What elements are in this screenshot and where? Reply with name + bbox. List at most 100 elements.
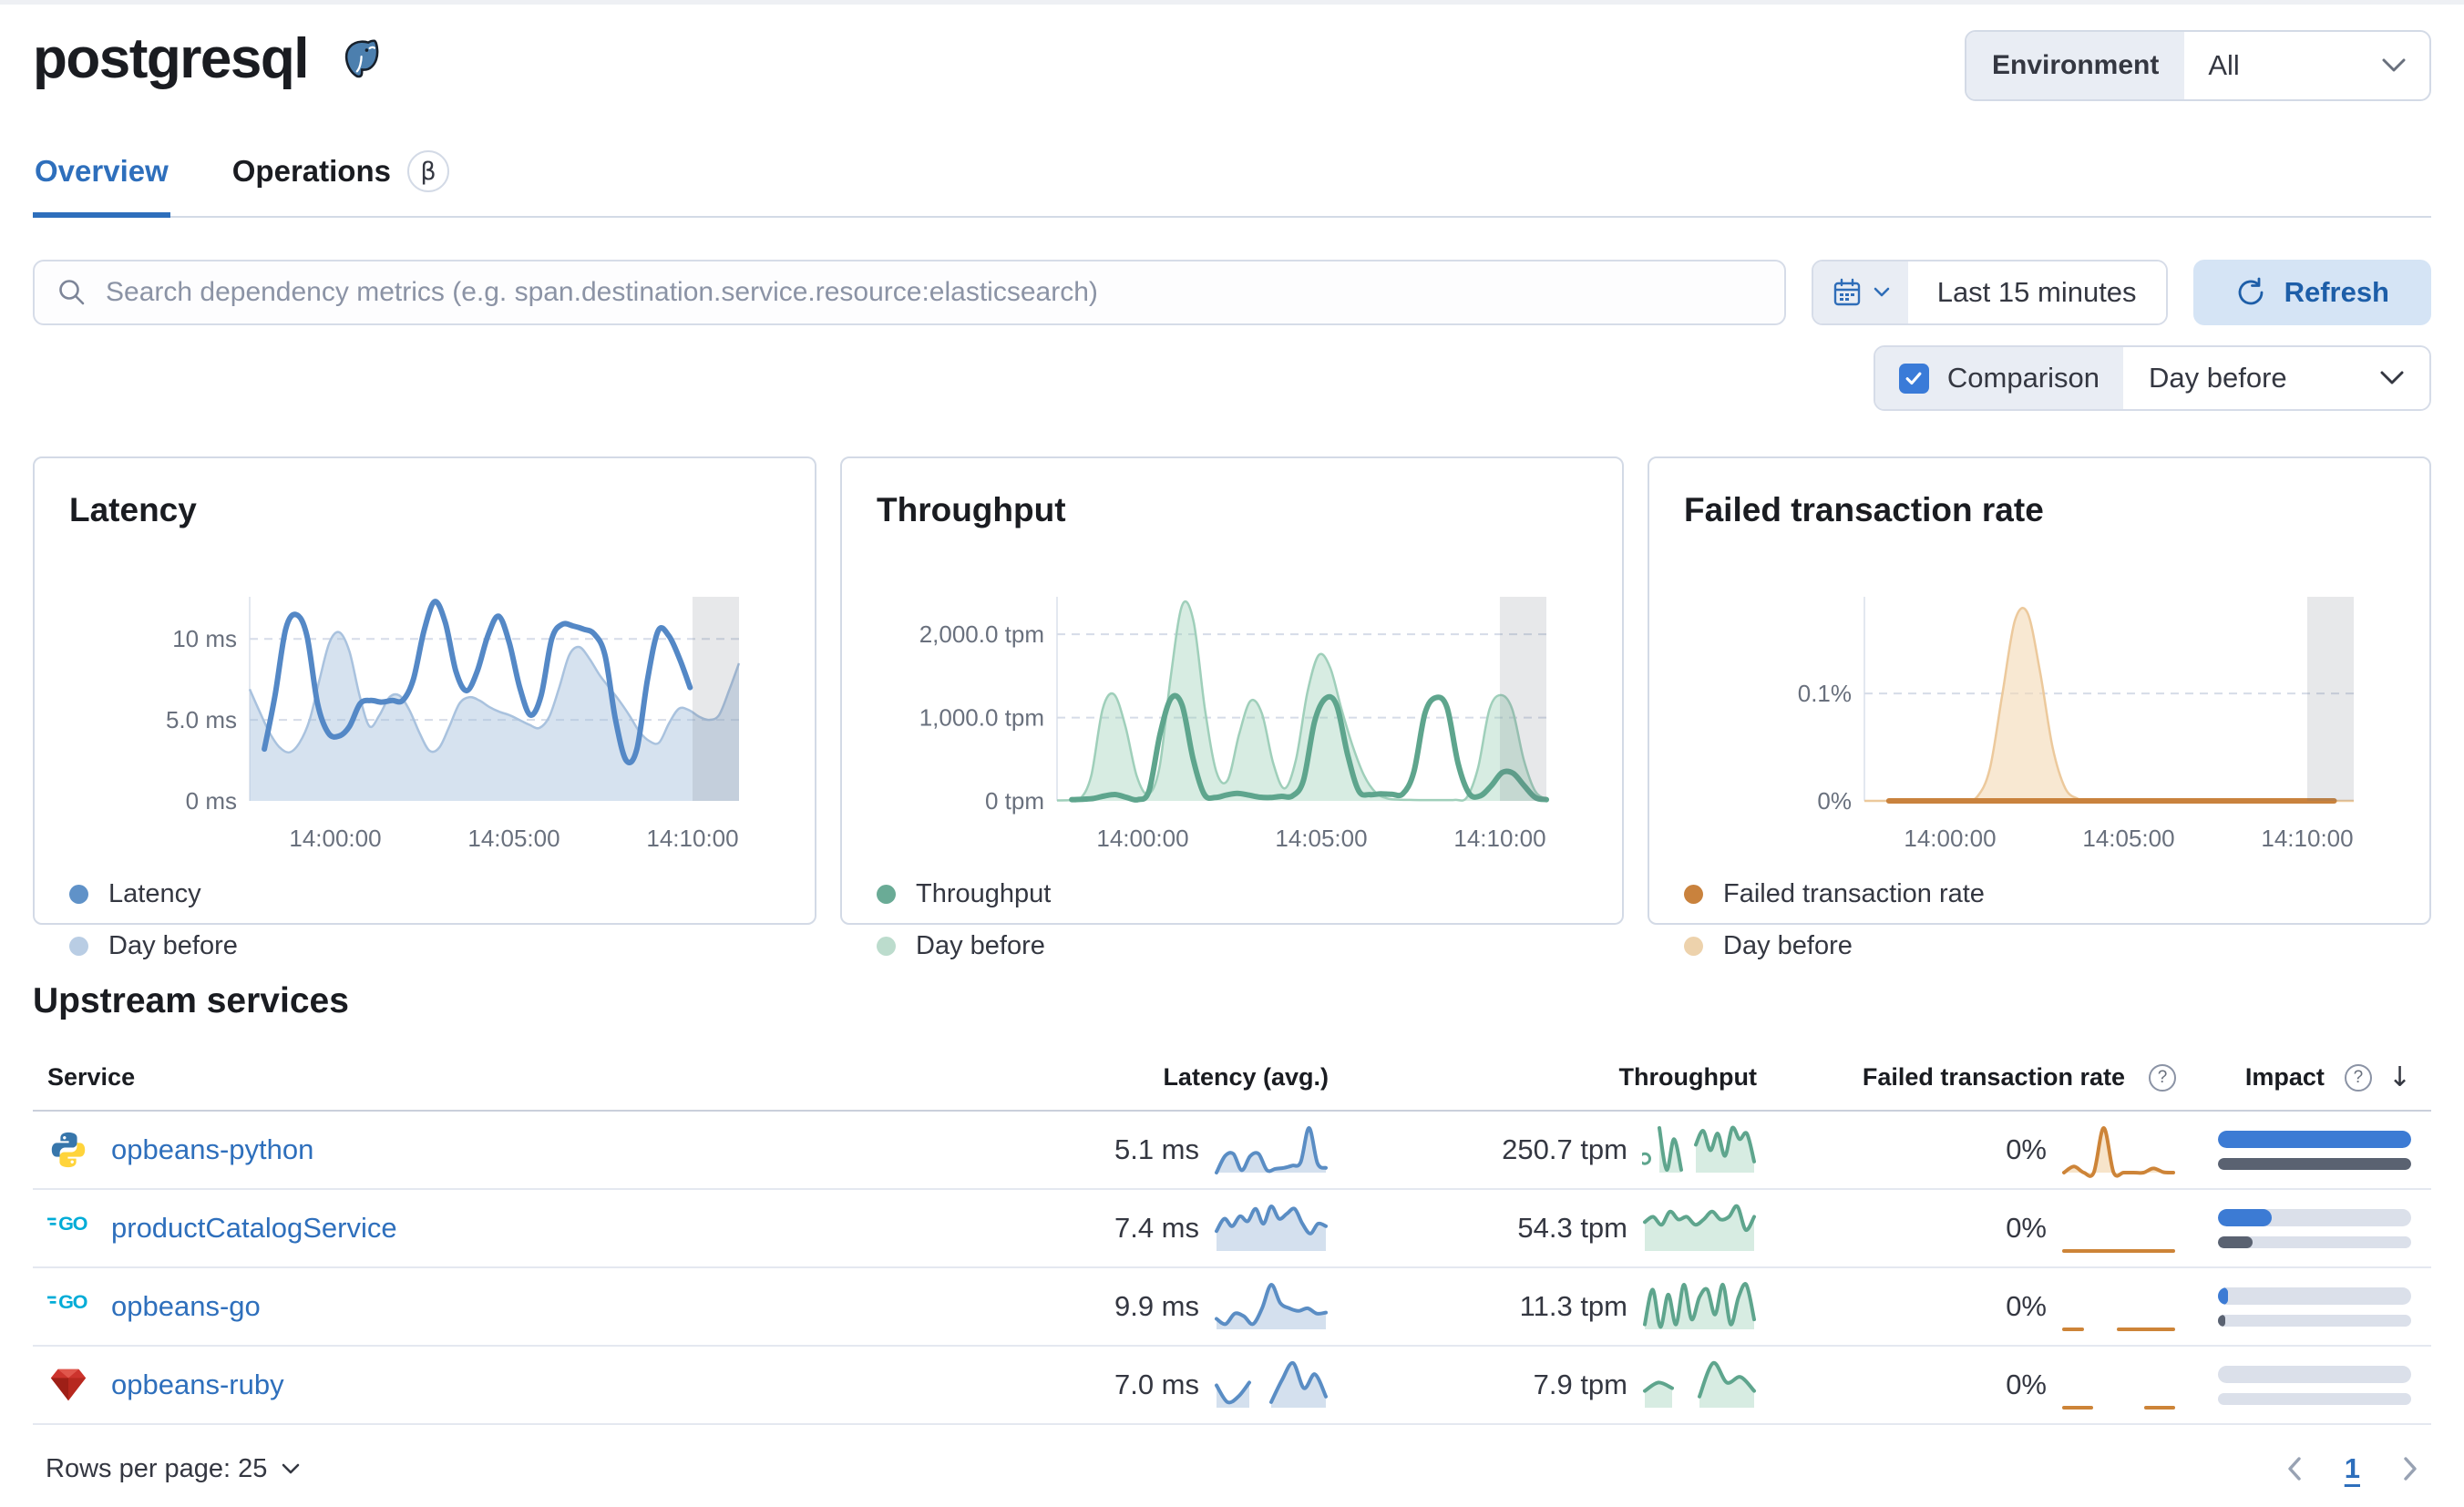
- tab-overview[interactable]: Overview: [33, 136, 170, 218]
- column-failed-rate[interactable]: Failed transaction rate?: [1757, 1049, 2176, 1108]
- latency-sparkline: [1215, 1205, 1328, 1251]
- throughput-value: 11.3 tpm: [1519, 1290, 1627, 1322]
- legend-item[interactable]: Failed transaction rate: [1684, 879, 2395, 909]
- tab-operations[interactable]: Operations β: [231, 136, 451, 218]
- upstream-services-section: Upstream services Service Latency (avg.)…: [33, 981, 2431, 1507]
- previous-page-button[interactable]: [2286, 1456, 2303, 1481]
- throughput-sparkline: [1643, 1204, 1756, 1251]
- column-latency[interactable]: Latency (avg.): [937, 1049, 1329, 1108]
- service-link[interactable]: opbeans-go: [111, 1290, 261, 1323]
- svg-text:14:05:00: 14:05:00: [1275, 825, 1367, 852]
- refresh-button[interactable]: Refresh: [2192, 260, 2431, 325]
- help-icon[interactable]: ?: [2344, 1063, 2372, 1092]
- impact-bars: [2218, 1287, 2411, 1327]
- legend-item[interactable]: Day before: [877, 931, 1587, 961]
- throughput-value: 7.9 tpm: [1533, 1369, 1627, 1400]
- comparison-label: Comparison: [1946, 362, 2100, 394]
- calendar-menu[interactable]: [1812, 261, 1908, 323]
- environment-value: All: [2208, 49, 2240, 81]
- failed-rate-sparkline: [2062, 1125, 2175, 1178]
- latency-chart[interactable]: 10 ms 5.0 ms 0 ms 14:00:00 14:05:00 14:10:00: [69, 580, 780, 861]
- legend-dot: [877, 937, 896, 956]
- svg-text:14:10:00: 14:10:00: [646, 825, 738, 852]
- chevron-down-icon: [1874, 287, 1890, 297]
- svg-text:14:00:00: 14:00:00: [1904, 825, 1996, 852]
- legend-item[interactable]: Day before: [1684, 931, 2395, 961]
- failed-rate-card: Failed transaction rate 0.1% 0% 14:00:00 14…: [1648, 456, 2431, 960]
- chart-title: Latency: [69, 491, 197, 528]
- environment-label: Environment: [1966, 32, 2185, 99]
- metric-cards: Latency 10 ms 5.0 ms 0 ms 14:00:00 14:05:00 1…: [33, 456, 2431, 960]
- svg-text:GO: GO: [58, 1212, 87, 1235]
- go-icon: GO: [47, 1207, 89, 1249]
- environment-select[interactable]: Environment All: [1965, 30, 2431, 101]
- search-input[interactable]: [104, 276, 1762, 309]
- legend-item[interactable]: Throughput: [877, 879, 1587, 909]
- legend-item[interactable]: Latency: [69, 879, 780, 909]
- svg-text:0 ms: 0 ms: [186, 787, 237, 815]
- comparison-select[interactable]: Day before: [2123, 347, 2429, 409]
- latency-value: 7.4 ms: [1114, 1212, 1199, 1244]
- search-icon: [59, 280, 85, 305]
- table-row: GO opbeans-go 9.9 ms 11.3 tpm 0%: [33, 1268, 2431, 1347]
- failed-rate-value: 0%: [2006, 1369, 2047, 1400]
- throughput-card: Throughput 2,000.0 tpm 1,000.0 tpm 0 tpm 14…: [840, 456, 1624, 960]
- page-number[interactable]: 1: [2345, 1452, 2360, 1485]
- beta-badge: β: [406, 150, 449, 192]
- impact-bars: [2218, 1365, 2411, 1405]
- section-title: Upstream services: [33, 981, 349, 1020]
- svg-text:1,000.0 tpm: 1,000.0 tpm: [919, 704, 1044, 732]
- throughput-sparkline: [1643, 1282, 1756, 1329]
- sort-desc-icon: ↓: [2387, 1061, 2411, 1093]
- throughput-sparkline: [1642, 1125, 1756, 1173]
- svg-text:14:00:00: 14:00:00: [289, 825, 381, 852]
- comparison-control: Comparison Day before: [1873, 345, 2431, 411]
- svg-text:5.0 ms: 5.0 ms: [166, 706, 237, 733]
- svg-text:GO: GO: [58, 1290, 87, 1313]
- rows-per-page-selector[interactable]: Rows per page: 25: [46, 1454, 300, 1484]
- throughput-chart[interactable]: 2,000.0 tpm 1,000.0 tpm 0 tpm 14:00:00 14:05…: [877, 580, 1587, 861]
- table-row: opbeans-python 5.1 ms 250.7 tpm 0%: [33, 1112, 2431, 1190]
- page-title: postgresql: [33, 27, 309, 90]
- postgresql-icon: [334, 35, 386, 87]
- failed-rate-value: 0%: [2006, 1212, 2047, 1244]
- failed-rate-chart[interactable]: 0.1% 0% 14:00:00 14:05:00 14:10:00: [1684, 580, 2395, 861]
- legend-item[interactable]: Day before: [69, 931, 780, 961]
- table-footer: Rows per page: 25 1: [33, 1452, 2431, 1507]
- comparison-checkbox[interactable]: [1898, 363, 1929, 394]
- latency-sparkline: [1215, 1125, 1328, 1174]
- time-range-value[interactable]: Last 15 minutes: [1907, 261, 2166, 323]
- table-header: Service Latency (avg.) Throughput Failed…: [33, 1047, 2431, 1112]
- time-range-picker[interactable]: Last 15 minutes: [1811, 260, 2168, 325]
- failed-rate-sparkline: [2062, 1249, 2175, 1253]
- impact-bars: [2218, 1208, 2411, 1248]
- chevron-down-icon: [282, 1463, 300, 1473]
- service-link[interactable]: productCatalogService: [111, 1212, 397, 1245]
- toolbar: Last 15 minutes Refresh: [33, 260, 2431, 325]
- python-icon: [47, 1129, 89, 1171]
- column-throughput[interactable]: Throughput: [1329, 1049, 1757, 1108]
- column-service: Service: [47, 1063, 136, 1091]
- comparison-checkbox-group[interactable]: Comparison: [1874, 347, 2123, 409]
- service-link[interactable]: opbeans-ruby: [111, 1369, 284, 1401]
- latency-value: 9.9 ms: [1114, 1290, 1199, 1322]
- help-icon[interactable]: ?: [2149, 1063, 2176, 1092]
- svg-text:0.1%: 0.1%: [1798, 680, 1852, 707]
- chart-title: Failed transaction rate: [1684, 491, 2044, 528]
- svg-text:14:05:00: 14:05:00: [2082, 825, 2174, 852]
- chevron-down-icon: [2382, 58, 2406, 72]
- failed-rate-sparkline: [2062, 1406, 2175, 1410]
- pagination: 1: [2286, 1452, 2418, 1485]
- search-box[interactable]: [33, 260, 1786, 325]
- latency-value: 5.1 ms: [1114, 1133, 1199, 1165]
- next-page-button[interactable]: [2402, 1456, 2418, 1481]
- svg-text:14:10:00: 14:10:00: [1453, 825, 1545, 852]
- throughput-sparkline: [1643, 1360, 1756, 1408]
- svg-text:14:10:00: 14:10:00: [2261, 825, 2353, 852]
- svg-text:2,000.0 tpm: 2,000.0 tpm: [919, 620, 1044, 648]
- refresh-icon: [2238, 277, 2263, 305]
- column-impact[interactable]: Impact? ↓: [2176, 1047, 2431, 1110]
- latency-card: Latency 10 ms 5.0 ms 0 ms 14:00:00 14:05:00 1…: [33, 456, 816, 960]
- svg-text:0%: 0%: [1817, 787, 1852, 815]
- service-link[interactable]: opbeans-python: [111, 1133, 313, 1166]
